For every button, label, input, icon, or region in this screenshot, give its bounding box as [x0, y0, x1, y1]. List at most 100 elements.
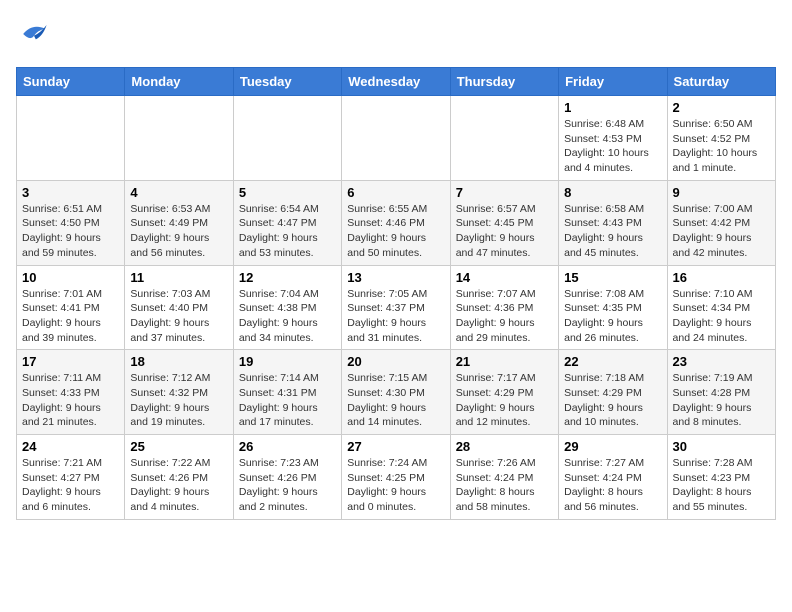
calendar-week-5: 24 Sunrise: 7:21 AMSunset: 4:27 PMDayligh… [17, 435, 776, 520]
day-info: Sunrise: 7:23 AMSunset: 4:26 PMDaylight:… [239, 456, 336, 515]
calendar-cell: 30 Sunrise: 7:28 AMSunset: 4:23 PMDayligh… [667, 435, 775, 520]
column-header-friday: Friday [559, 68, 667, 96]
day-number: 24 [22, 439, 119, 454]
calendar-cell: 22 Sunrise: 7:18 AMSunset: 4:29 PMDayligh… [559, 350, 667, 435]
day-number: 10 [22, 270, 119, 285]
calendar-header-row: SundayMondayTuesdayWednesdayThursdayFrid… [17, 68, 776, 96]
day-info: Sunrise: 6:57 AMSunset: 4:45 PMDaylight:… [456, 202, 553, 261]
header [16, 16, 776, 57]
day-number: 5 [239, 185, 336, 200]
day-info: Sunrise: 6:54 AMSunset: 4:47 PMDaylight:… [239, 202, 336, 261]
day-number: 20 [347, 354, 444, 369]
calendar-week-2: 3 Sunrise: 6:51 AMSunset: 4:50 PMDaylight… [17, 180, 776, 265]
logo [16, 16, 54, 57]
day-number: 19 [239, 354, 336, 369]
day-number: 7 [456, 185, 553, 200]
day-number: 18 [130, 354, 227, 369]
calendar-cell: 26 Sunrise: 7:23 AMSunset: 4:26 PMDayligh… [233, 435, 341, 520]
calendar-cell: 12Sunrise: 7:04 AMSunset: 4:38 PMDayligh… [233, 265, 341, 350]
calendar-cell: 27 Sunrise: 7:24 AMSunset: 4:25 PMDayligh… [342, 435, 450, 520]
day-number: 2 [673, 100, 770, 115]
day-info: Sunrise: 7:03 AMSunset: 4:40 PMDaylight:… [130, 287, 227, 346]
calendar-week-4: 17 Sunrise: 7:11 AMSunset: 4:33 PMDayligh… [17, 350, 776, 435]
day-number: 28 [456, 439, 553, 454]
day-number: 9 [673, 185, 770, 200]
calendar-cell: 9 Sunrise: 7:00 AMSunset: 4:42 PMDaylight… [667, 180, 775, 265]
day-number: 3 [22, 185, 119, 200]
calendar-cell: 10 Sunrise: 7:01 AMSunset: 4:41 PMDayligh… [17, 265, 125, 350]
calendar-cell: 19Sunrise: 7:14 AMSunset: 4:31 PMDayligh… [233, 350, 341, 435]
day-info: Sunrise: 7:04 AMSunset: 4:38 PMDaylight:… [239, 287, 336, 346]
column-header-saturday: Saturday [667, 68, 775, 96]
calendar-cell: 8 Sunrise: 6:58 AMSunset: 4:43 PMDaylight… [559, 180, 667, 265]
day-number: 11 [130, 270, 227, 285]
column-header-thursday: Thursday [450, 68, 558, 96]
day-info: Sunrise: 7:12 AMSunset: 4:32 PMDaylight:… [130, 371, 227, 430]
day-number: 17 [22, 354, 119, 369]
calendar-cell [342, 96, 450, 181]
day-number: 27 [347, 439, 444, 454]
calendar-cell: 3 Sunrise: 6:51 AMSunset: 4:50 PMDaylight… [17, 180, 125, 265]
day-info: Sunrise: 7:08 AMSunset: 4:35 PMDaylight:… [564, 287, 661, 346]
calendar-cell: 23 Sunrise: 7:19 AMSunset: 4:28 PMDayligh… [667, 350, 775, 435]
calendar-cell: 7 Sunrise: 6:57 AMSunset: 4:45 PMDaylight… [450, 180, 558, 265]
column-header-monday: Monday [125, 68, 233, 96]
day-number: 15 [564, 270, 661, 285]
calendar-cell: 24 Sunrise: 7:21 AMSunset: 4:27 PMDayligh… [17, 435, 125, 520]
calendar-week-3: 10 Sunrise: 7:01 AMSunset: 4:41 PMDayligh… [17, 265, 776, 350]
column-header-sunday: Sunday [17, 68, 125, 96]
logo-icon [16, 16, 52, 57]
day-info: Sunrise: 7:00 AMSunset: 4:42 PMDaylight:… [673, 202, 770, 261]
day-number: 16 [673, 270, 770, 285]
calendar-cell [17, 96, 125, 181]
day-info: Sunrise: 7:10 AMSunset: 4:34 PMDaylight:… [673, 287, 770, 346]
calendar-cell: 6Sunrise: 6:55 AMSunset: 4:46 PMDaylight… [342, 180, 450, 265]
calendar-cell: 5 Sunrise: 6:54 AMSunset: 4:47 PMDaylight… [233, 180, 341, 265]
calendar-cell: 21Sunrise: 7:17 AMSunset: 4:29 PMDayligh… [450, 350, 558, 435]
calendar-cell: 2 Sunrise: 6:50 AMSunset: 4:52 PMDaylight… [667, 96, 775, 181]
calendar-cell [450, 96, 558, 181]
day-info: Sunrise: 7:24 AMSunset: 4:25 PMDaylight:… [347, 456, 444, 515]
day-number: 4 [130, 185, 227, 200]
day-info: Sunrise: 6:48 AMSunset: 4:53 PMDaylight:… [564, 117, 661, 176]
day-info: Sunrise: 7:21 AMSunset: 4:27 PMDaylight:… [22, 456, 119, 515]
calendar-week-1: 1 Sunrise: 6:48 AMSunset: 4:53 PMDaylight… [17, 96, 776, 181]
calendar-cell: 17 Sunrise: 7:11 AMSunset: 4:33 PMDayligh… [17, 350, 125, 435]
day-info: Sunrise: 7:11 AMSunset: 4:33 PMDaylight:… [22, 371, 119, 430]
day-info: Sunrise: 7:28 AMSunset: 4:23 PMDaylight:… [673, 456, 770, 515]
day-info: Sunrise: 6:50 AMSunset: 4:52 PMDaylight:… [673, 117, 770, 176]
calendar-cell: 1 Sunrise: 6:48 AMSunset: 4:53 PMDaylight… [559, 96, 667, 181]
calendar-cell: 16 Sunrise: 7:10 AMSunset: 4:34 PMDayligh… [667, 265, 775, 350]
day-number: 25 [130, 439, 227, 454]
day-number: 30 [673, 439, 770, 454]
day-number: 14 [456, 270, 553, 285]
column-header-wednesday: Wednesday [342, 68, 450, 96]
column-header-tuesday: Tuesday [233, 68, 341, 96]
day-number: 6 [347, 185, 444, 200]
calendar-cell: 15 Sunrise: 7:08 AMSunset: 4:35 PMDayligh… [559, 265, 667, 350]
day-info: Sunrise: 7:07 AMSunset: 4:36 PMDaylight:… [456, 287, 553, 346]
day-info: Sunrise: 7:18 AMSunset: 4:29 PMDaylight:… [564, 371, 661, 430]
calendar-cell [233, 96, 341, 181]
day-info: Sunrise: 6:58 AMSunset: 4:43 PMDaylight:… [564, 202, 661, 261]
day-info: Sunrise: 7:19 AMSunset: 4:28 PMDaylight:… [673, 371, 770, 430]
day-info: Sunrise: 6:51 AMSunset: 4:50 PMDaylight:… [22, 202, 119, 261]
day-number: 22 [564, 354, 661, 369]
day-number: 21 [456, 354, 553, 369]
day-info: Sunrise: 7:15 AMSunset: 4:30 PMDaylight:… [347, 371, 444, 430]
calendar-cell: 29Sunrise: 7:27 AMSunset: 4:24 PMDayligh… [559, 435, 667, 520]
day-info: Sunrise: 7:01 AMSunset: 4:41 PMDaylight:… [22, 287, 119, 346]
day-number: 23 [673, 354, 770, 369]
calendar-table: SundayMondayTuesdayWednesdayThursdayFrid… [16, 67, 776, 520]
day-number: 26 [239, 439, 336, 454]
day-number: 1 [564, 100, 661, 115]
calendar-cell: 20 Sunrise: 7:15 AMSunset: 4:30 PMDayligh… [342, 350, 450, 435]
calendar-cell: 4Sunrise: 6:53 AMSunset: 4:49 PMDaylight… [125, 180, 233, 265]
day-number: 13 [347, 270, 444, 285]
calendar-cell: 14 Sunrise: 7:07 AMSunset: 4:36 PMDayligh… [450, 265, 558, 350]
calendar-cell: 11 Sunrise: 7:03 AMSunset: 4:40 PMDayligh… [125, 265, 233, 350]
calendar-cell: 13 Sunrise: 7:05 AMSunset: 4:37 PMDayligh… [342, 265, 450, 350]
day-number: 8 [564, 185, 661, 200]
day-info: Sunrise: 7:27 AMSunset: 4:24 PMDaylight:… [564, 456, 661, 515]
day-info: Sunrise: 7:05 AMSunset: 4:37 PMDaylight:… [347, 287, 444, 346]
